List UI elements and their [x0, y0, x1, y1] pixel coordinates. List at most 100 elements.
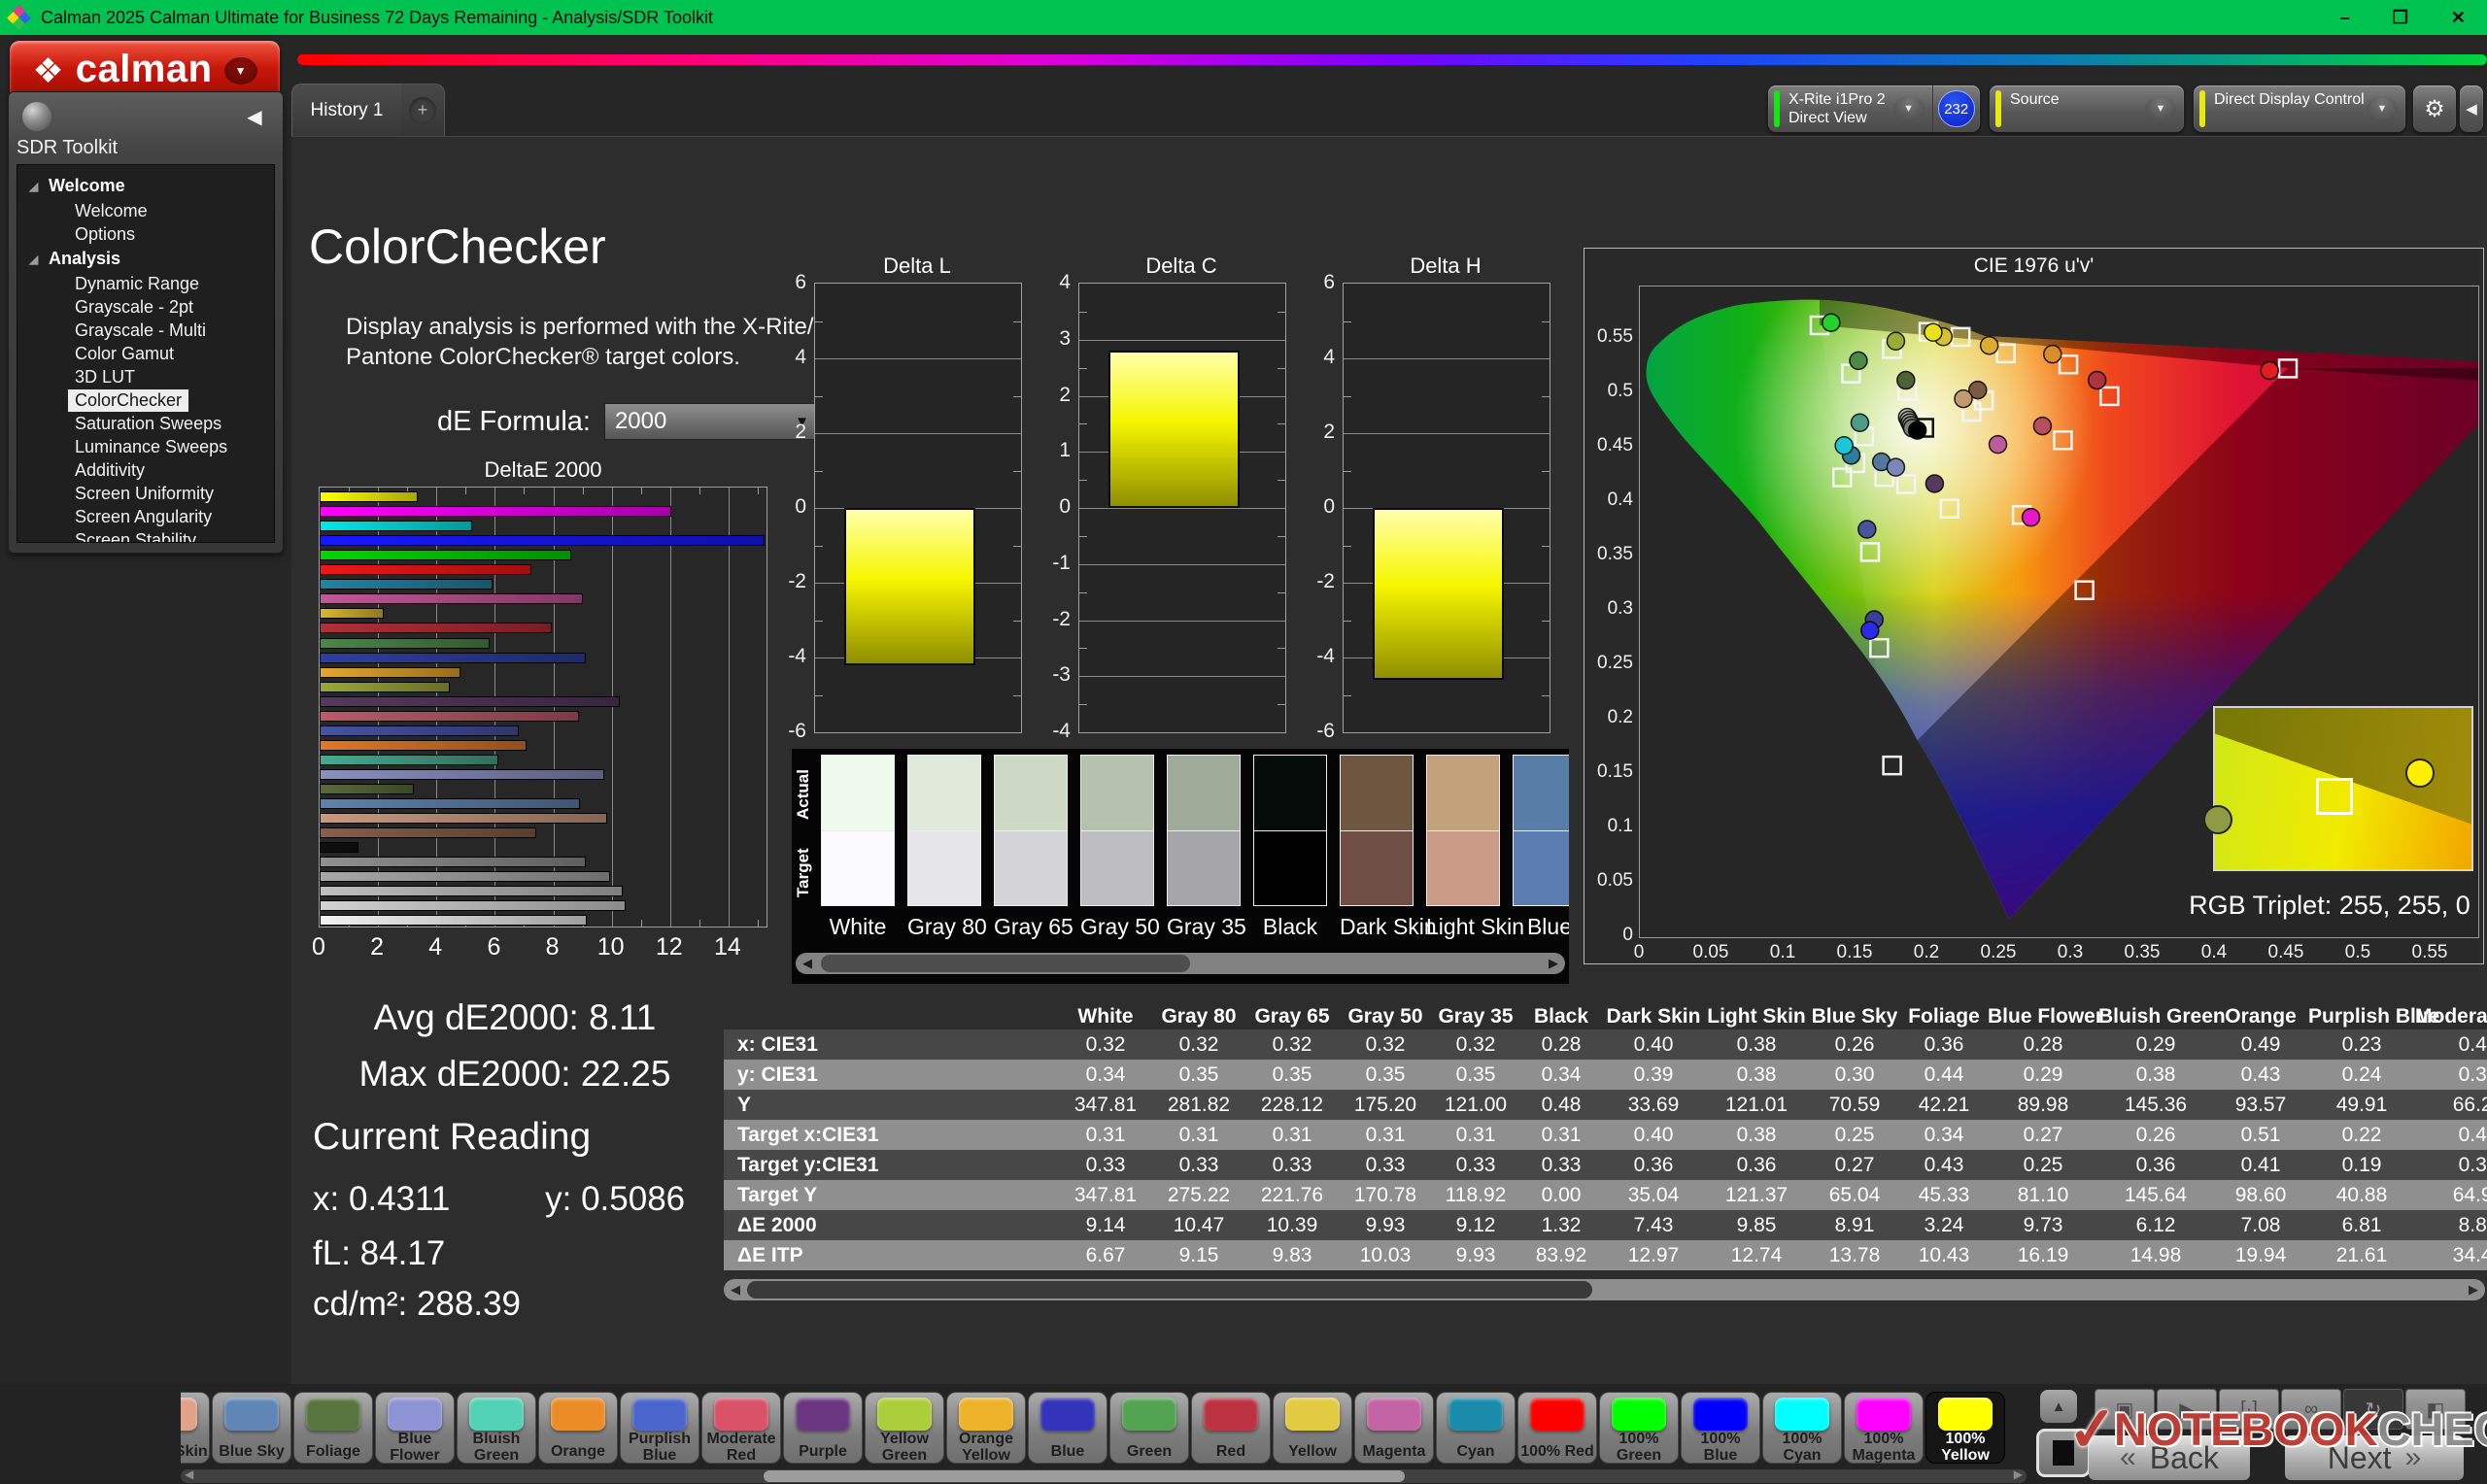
row-label: y: CIE31 [724, 1060, 1059, 1090]
patch-scrollbar[interactable]: ◀ ▶ [181, 1469, 2027, 1483]
sidebar-item-grayscale-multi[interactable]: Grayscale - Multi [68, 320, 213, 342]
patch-button-magenta[interactable]: Magenta [1354, 1392, 1434, 1464]
patch-button-blue[interactable]: Blue [1028, 1392, 1107, 1464]
swatch-gray-65[interactable]: Gray 65 [994, 755, 1068, 906]
measured-marker [2044, 346, 2061, 363]
play-button[interactable]: ▶ [2157, 1389, 2217, 1430]
tick [815, 621, 823, 622]
patch-button-bluish-green[interactable]: Bluish Green [457, 1392, 536, 1464]
x-tick-label: 0.3 [2048, 942, 2093, 963]
logo-menu-chevron-icon[interactable]: ▼ [224, 57, 257, 84]
close-icon[interactable]: ✕ [2451, 8, 2466, 28]
swatch-dark-skin[interactable]: Dark Skin [1340, 755, 1414, 906]
sidebar-item-color-gamut[interactable]: Color Gamut [68, 343, 181, 365]
patch-button-moderate-red[interactable]: Moderate Red [701, 1392, 781, 1464]
cie-plot: RGB Triplet: 255, 255, 0 [1639, 286, 2479, 938]
marker-button[interactable]: [·] [2219, 1389, 2279, 1430]
source-dropdown[interactable]: Source ▼ [1990, 85, 2184, 132]
sidebar-item-saturation-sweeps[interactable]: Saturation Sweeps [68, 413, 228, 435]
sidebar-item-options[interactable]: Options [68, 223, 142, 246]
swatch-white[interactable]: White [821, 755, 895, 906]
swatch-light-skin[interactable]: Light Skin [1426, 755, 1500, 906]
sidebar-item-screen-stability[interactable]: Screen Stability [68, 529, 203, 543]
refresh-button[interactable]: ↻ [2343, 1389, 2403, 1430]
scroll-right-icon[interactable]: ▶ [2464, 1279, 2483, 1300]
swatch-gray-50[interactable]: Gray 50 [1080, 755, 1154, 906]
meter-dropdown[interactable]: X-Rite i1Pro 2 Direct View ▼ 232 [1768, 85, 1980, 132]
patch-button-yellow[interactable]: Yellow [1273, 1392, 1352, 1464]
sidebar-item-additivity[interactable]: Additivity [68, 459, 152, 482]
back-button[interactable]: « Back [2089, 1435, 2250, 1480]
table-cell: 0.31 [1059, 1120, 1152, 1150]
expander-icon[interactable]: ◢ [29, 253, 38, 266]
actual-label: Actual [794, 760, 815, 828]
patch-button-foliage[interactable]: Foliage [293, 1392, 373, 1464]
patch-button-orange-yellow[interactable]: Orange Yellow [946, 1392, 1026, 1464]
settings-button[interactable]: ⚙ [2413, 85, 2456, 132]
swatch-gray-35[interactable]: Gray 35 [1167, 755, 1241, 906]
scroll-right-icon[interactable]: ▶ [1544, 953, 1563, 974]
sidebar-group-analysis[interactable]: ◢Analysis [17, 246, 274, 272]
sidebar-item-screen-uniformity[interactable]: Screen Uniformity [68, 483, 221, 505]
swatch-gray-80[interactable]: Gray 80 [907, 755, 981, 906]
patch-button-100-blue[interactable]: 100% Blue [1681, 1392, 1760, 1464]
patch-button-light-skin[interactable]: Light Skin [181, 1392, 210, 1464]
add-tab-button[interactable]: + [401, 84, 445, 137]
meter-count-badge[interactable]: 232 [1938, 90, 1975, 127]
patch-button-purple[interactable]: Purple [783, 1392, 863, 1464]
swatch-scrollbar[interactable]: ◀ ▶ [796, 953, 1565, 974]
patch-scroll-thumb[interactable] [764, 1470, 1405, 1482]
minimize-icon[interactable]: – [2340, 8, 2350, 28]
patch-button-orange[interactable]: Orange [538, 1392, 618, 1464]
patch-button-yellow-green[interactable]: Yellow Green [865, 1392, 944, 1464]
chevron-down-icon[interactable]: ▼ [1893, 96, 1925, 121]
next-button[interactable]: Next » [2285, 1435, 2464, 1480]
sidebar-group-welcome[interactable]: ◢Welcome [17, 173, 274, 199]
sidebar-title: SDR Toolkit [17, 137, 118, 159]
swatch-scroll-thumb[interactable] [821, 955, 1190, 972]
table-scroll-thumb[interactable] [747, 1281, 1592, 1298]
pattern-window-button[interactable] [2036, 1429, 2091, 1477]
sidebar-radio-icon[interactable] [22, 102, 51, 131]
scroll-right-icon[interactable]: ▶ [2014, 1467, 2023, 1481]
capture-button[interactable]: ▣ [2095, 1389, 2155, 1430]
patch-button-cyan[interactable]: Cyan [1436, 1392, 1516, 1464]
scroll-left-icon[interactable]: ◀ [185, 1467, 193, 1481]
loop-button[interactable]: ∞ [2281, 1389, 2341, 1430]
sidebar-item-3d-lut[interactable]: 3D LUT [68, 366, 142, 388]
collapse-panel-button[interactable]: ◀ [2460, 85, 2483, 132]
patch-button-green[interactable]: Green [1109, 1392, 1189, 1464]
patch-scroll-up-button[interactable]: ▲ [2040, 1390, 2077, 1423]
patch-button-blue-sky[interactable]: Blue Sky [212, 1392, 291, 1464]
sidebar-item-welcome[interactable]: Welcome [68, 200, 154, 222]
patch-button-100-cyan[interactable]: 100% Cyan [1762, 1392, 1842, 1464]
chevron-down-icon[interactable]: ▼ [2145, 96, 2176, 121]
tick [1278, 368, 1285, 369]
swatch-black[interactable]: Black [1253, 755, 1327, 906]
display-control-dropdown[interactable]: Direct Display Control ▼ [2194, 85, 2405, 132]
patch-button-100-magenta[interactable]: 100% Magenta [1844, 1392, 1924, 1464]
table-scrollbar[interactable]: ◀ ▶ [724, 1279, 2485, 1300]
patch-button-red[interactable]: Red [1191, 1392, 1271, 1464]
sidebar-item-dynamic-range[interactable]: Dynamic Range [68, 273, 206, 295]
scroll-left-icon[interactable]: ◀ [726, 1279, 745, 1300]
sidebar-collapse-icon[interactable]: ◀ [240, 102, 269, 131]
sidebar-item-screen-angularity[interactable]: Screen Angularity [68, 506, 219, 528]
patch-button-purplish-blue[interactable]: Purplish Blue [620, 1392, 699, 1464]
scroll-left-icon[interactable]: ◀ [798, 953, 817, 974]
table-cell: 0.26 [1809, 1029, 1900, 1060]
patch-button-100-green[interactable]: 100% Green [1599, 1392, 1679, 1464]
maximize-icon[interactable]: ❐ [2393, 8, 2408, 28]
expander-icon[interactable]: ◢ [29, 180, 38, 193]
patch-button-100-yellow[interactable]: 100% Yellow [1925, 1392, 2005, 1464]
chevron-down-icon[interactable]: ▼ [2367, 96, 2398, 121]
levels-button[interactable]: ◧ [2405, 1389, 2466, 1430]
patch-button-blue-flower[interactable]: Blue Flower [375, 1392, 455, 1464]
patch-button-100-red[interactable]: 100% Red [1517, 1392, 1597, 1464]
sidebar-item-colorchecker[interactable]: ColorChecker [68, 389, 188, 412]
swatch-blue[interactable]: Blue [1513, 755, 1569, 906]
tab-history-1[interactable]: History 1 [291, 84, 402, 136]
sidebar-item-luminance-sweeps[interactable]: Luminance Sweeps [68, 436, 234, 458]
sidebar-item-grayscale-2pt[interactable]: Grayscale - 2pt [68, 296, 200, 319]
table-cell: 0.38 [1704, 1060, 1809, 1090]
